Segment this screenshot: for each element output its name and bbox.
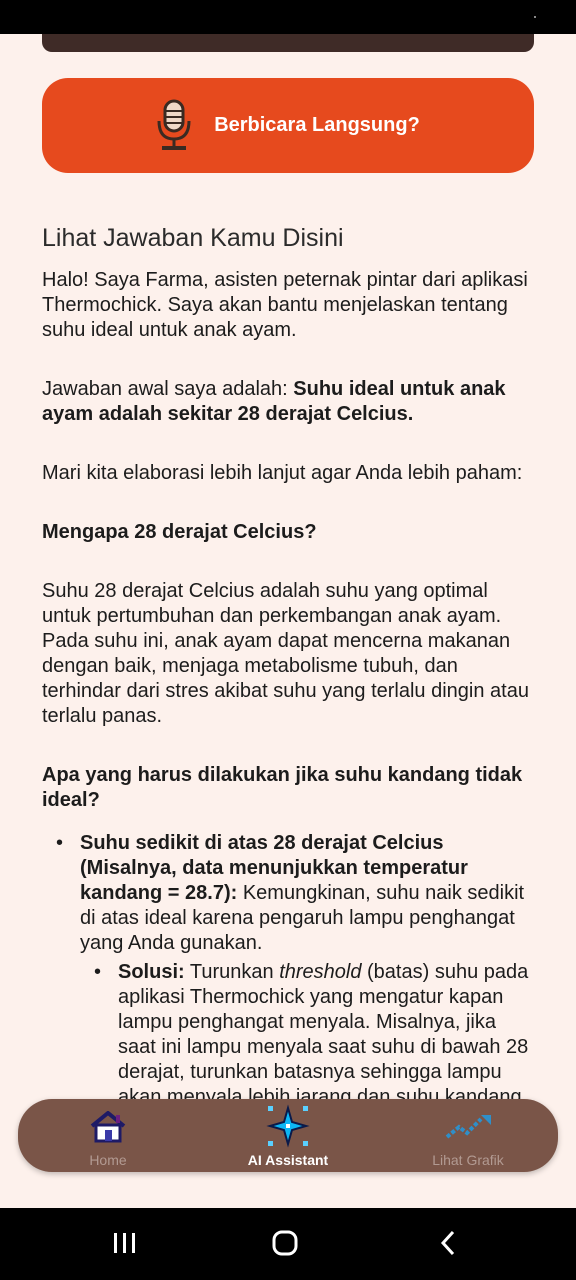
nav-ai-label: AI Assistant (247, 1152, 329, 1168)
speak-button-label: Berbicara Langsung? (214, 114, 420, 136)
why-heading: Mengapa 28 derajat Celcius? (42, 521, 317, 543)
microphone-icon (156, 99, 192, 153)
list-item: Suhu sedikit di atas 28 derajat Celcius … (42, 831, 534, 956)
first-answer-prefix: Jawaban awal saya adalah: (42, 378, 294, 400)
what-heading: Apa yang harus dilakukan jika suhu kanda… (42, 764, 523, 811)
intro-paragraph: Halo! Saya Farma, asisten peternak pinta… (42, 269, 528, 341)
why-paragraph: Suhu 28 derajat Celcius adalah suhu yang… (42, 580, 529, 727)
previous-card-edge (42, 34, 534, 52)
sub-text-1: Turunkan (184, 961, 280, 983)
nav-grafik[interactable]: Lihat Grafik (378, 1099, 558, 1172)
first-answer-paragraph: Jawaban awal saya adalah: Suhu ideal unt… (42, 377, 534, 427)
home-circle-icon[interactable] (272, 1230, 298, 1256)
nav-grafik-label: Lihat Grafik (432, 1152, 504, 1168)
home-icon (90, 1111, 126, 1143)
speak-directly-button[interactable]: Berbicara Langsung? (42, 78, 534, 173)
elaborate-paragraph: Mari kita elaborasi lebih lanjut agar An… (42, 462, 523, 484)
nav-home[interactable]: Home (18, 1099, 198, 1172)
status-indicator (534, 16, 536, 18)
back-icon[interactable] (436, 1230, 462, 1256)
system-navigation-bar (0, 1208, 576, 1280)
nav-home-label: Home (89, 1152, 127, 1168)
sparkle-icon (266, 1104, 310, 1148)
solution-list: Suhu sedikit di atas 28 derajat Celcius … (42, 831, 534, 1135)
chart-trend-icon (445, 1115, 491, 1139)
answer-content: Lihat Jawaban Kamu Disini Halo! Saya Far… (42, 222, 534, 1135)
section-title: Lihat Jawaban Kamu Disini (42, 224, 344, 252)
sub-italic: threshold (279, 961, 362, 983)
status-bar (0, 0, 576, 34)
bottom-navigation: Home AI Assistant Lihat Grafik (18, 1099, 558, 1172)
nav-ai-assistant[interactable]: AI Assistant (198, 1099, 378, 1172)
recent-apps-icon[interactable] (112, 1230, 138, 1256)
sub-bold: Solusi: (118, 961, 185, 983)
